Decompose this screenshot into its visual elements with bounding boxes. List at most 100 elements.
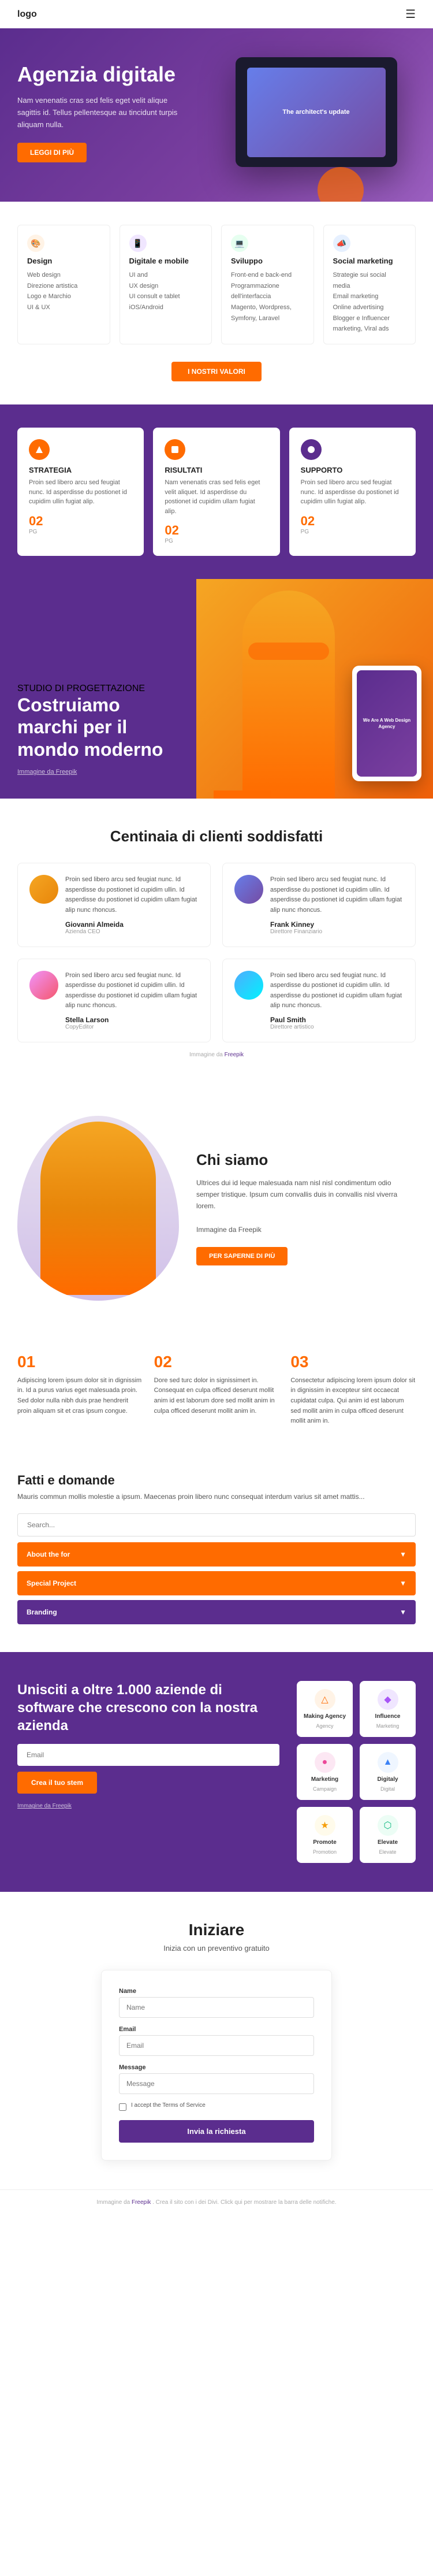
numbered-item-3: 03 Consectetur adipiscing lorem ipsum do…	[290, 1353, 416, 1427]
testimonials-heading: Centinaia di clienti soddisfatti	[17, 827, 416, 845]
results-icon	[165, 439, 185, 460]
testimonial-name: Frank Kinney	[270, 920, 404, 929]
partner-name: Elevate	[378, 1839, 398, 1846]
social-list: Strategie sui social media Email marketi…	[333, 270, 406, 335]
stat-title: STRATEGIA	[29, 466, 132, 474]
partner-name: Influence	[375, 1713, 401, 1720]
design-title: Design	[27, 257, 100, 265]
submit-button[interactable]: Invia la richiesta	[119, 2120, 314, 2143]
footer-credit-prefix: Immagine da	[96, 2199, 130, 2206]
service-card-dev: 💻 Sviluppo Front-end e back-end Programm…	[221, 225, 314, 344]
stats-grid: STRATEGIA Proin sed libero arcu sed feug…	[17, 428, 416, 556]
who-image-credit: Immagine da Freepik	[196, 1224, 416, 1235]
avatar	[29, 971, 58, 1000]
who-cta-button[interactable]: PER SAPERNE DI PIÙ	[196, 1247, 288, 1265]
faq-subtitle: Mauris commun mollis molestie a ipsum. M…	[17, 1491, 416, 1502]
terms-checkbox[interactable]	[119, 2103, 126, 2111]
testimonial-text: Proin sed libero arcu sed feugiat nunc. …	[65, 971, 199, 1011]
testimonial-role: Direttore Finanziario	[270, 929, 404, 935]
list-item: Symfony, Laravel	[231, 313, 304, 324]
values-container: I NOSTRI VALORI	[17, 362, 416, 381]
numbered-text-2: Dore sed turc dolor in signissimert in. …	[154, 1376, 279, 1416]
numbered-text-3: Consectetur adipiscing lorem ipsum dolor…	[290, 1376, 416, 1427]
phone-screen: We Are A Web Design Agency	[357, 670, 417, 777]
laptop-screen-text: The architect's update	[282, 109, 349, 116]
chevron-down-icon: ▼	[400, 1579, 406, 1587]
name-input[interactable]	[119, 1997, 314, 2018]
join-left: Unisciti a oltre 1.000 aziende di softwa…	[17, 1681, 279, 1810]
stat-desc: Proin sed libero arcu sed feugiat nunc. …	[29, 478, 132, 507]
promote-icon: ★	[315, 1815, 335, 1836]
mobile-icon: 📱	[129, 235, 147, 252]
testimonials-grid: Proin sed libero arcu sed feugiat nunc. …	[17, 863, 416, 1042]
start-heading: Iniziare	[17, 1921, 416, 1939]
chevron-down-icon: ▼	[400, 1608, 406, 1616]
faq-title: Fatti e domande	[17, 1473, 416, 1488]
partner-logo-digitaly: ▲ Digitaly Digital	[360, 1744, 416, 1800]
faq-item-project[interactable]: Special Project ▼	[17, 1571, 416, 1595]
testimonial-card: Proin sed libero arcu sed feugiat nunc. …	[222, 959, 416, 1042]
numbered-num-3: 03	[290, 1353, 416, 1371]
testimonial-name: Giovanni Almeida	[65, 920, 199, 929]
partner-sub: Elevate	[379, 1849, 396, 1855]
numbered-text-1: Adipiscing lorem ipsum dolor sit in dign…	[17, 1376, 143, 1416]
studio-link[interactable]: Immagine da Freepik	[17, 769, 179, 775]
mobile-list: UI and UX design UI consult e tablet iOS…	[129, 270, 203, 313]
hero-decoration	[318, 167, 364, 202]
testimonial-content: Proin sed libero arcu sed feugiat nunc. …	[65, 971, 199, 1030]
email-input[interactable]	[119, 2035, 314, 2056]
phone-screen-text: We Are A Web Design Agency	[357, 717, 417, 730]
studio-tag: STUDIO DI PROGETTAZIONE	[17, 684, 179, 694]
stat-label: PG	[301, 529, 404, 535]
mobile-title: Digitale e mobile	[129, 257, 203, 265]
stat-card-results: RISULTATI Nam venenatis cras sed felis e…	[153, 428, 279, 556]
partner-sub: Digital	[380, 1786, 395, 1792]
hamburger-menu-icon[interactable]: ☰	[405, 7, 416, 21]
name-label: Name	[119, 1988, 314, 1995]
stat-label: PG	[165, 538, 268, 544]
values-button[interactable]: I NOSTRI VALORI	[171, 362, 262, 381]
list-item: Web design	[27, 270, 100, 281]
faq-section: Fatti e domande Mauris commun mollis mol…	[0, 1450, 433, 1652]
hero-cta-button[interactable]: LEGGI DI PIÙ	[17, 143, 87, 162]
list-item: UI & UX	[27, 302, 100, 313]
testimonial-card: Proin sed libero arcu sed feugiat nunc. …	[222, 863, 416, 946]
partner-sub: Promotion	[313, 1849, 337, 1855]
join-cta-button[interactable]: Crea il tuo stem	[17, 1772, 97, 1794]
partner-sub: Agency	[316, 1723, 334, 1729]
join-image-credit-link[interactable]: Immagine da Freepik	[17, 1803, 279, 1809]
orange-decoration	[214, 790, 271, 799]
image-credit-link[interactable]: Freepik	[225, 1052, 244, 1058]
faq-search-input[interactable]	[17, 1513, 416, 1536]
stat-card-support: SUPPORTO Proin sed libero arcu sed feugi…	[289, 428, 416, 556]
partner-name: Digitaly	[377, 1776, 398, 1783]
stat-title: SUPPORTO	[301, 466, 404, 474]
terms-checkbox-row: I accept the Terms of Service	[119, 2102, 314, 2111]
laptop-mockup: The architect's update	[236, 57, 397, 167]
faq-item-branding[interactable]: Branding ▼	[17, 1600, 416, 1624]
faq-item-about[interactable]: About the for ▼	[17, 1542, 416, 1567]
footer-credit-link[interactable]: Freepik	[132, 2199, 151, 2206]
partner-logo-marketing: ● Marketing Campaign	[297, 1744, 353, 1800]
stat-desc: Nam venenatis cras sed felis eget velit …	[165, 478, 268, 516]
avatar	[234, 875, 263, 904]
list-item: UI and	[129, 270, 203, 281]
stat-number: 02	[301, 514, 404, 529]
message-input[interactable]	[119, 2073, 314, 2094]
list-item: Blogger e Influencer	[333, 313, 406, 324]
numbered-item-2: 02 Dore sed turc dolor in signissimert i…	[154, 1353, 279, 1427]
services-grid: 🎨 Design Web design Direzione artistica …	[17, 225, 416, 344]
design-icon: 🎨	[27, 235, 44, 252]
terms-label: I accept the Terms of Service	[131, 2102, 206, 2109]
marketing-icon: ●	[315, 1752, 335, 1773]
list-item: iOS/Android	[129, 302, 203, 313]
design-list: Web design Direzione artistica Logo e Ma…	[27, 270, 100, 313]
service-card-design: 🎨 Design Web design Direzione artistica …	[17, 225, 110, 344]
join-email-input[interactable]	[17, 1744, 279, 1766]
studio-right: We Are A Web Design Agency	[196, 579, 433, 799]
hero-description: Nam venenatis cras sed felis eget velit …	[17, 95, 191, 131]
hero-content: Agenzia digitale Nam venenatis cras sed …	[17, 62, 216, 162]
support-icon	[301, 439, 322, 460]
hero-image: The architect's update	[216, 57, 416, 167]
dev-icon: 💻	[231, 235, 248, 252]
